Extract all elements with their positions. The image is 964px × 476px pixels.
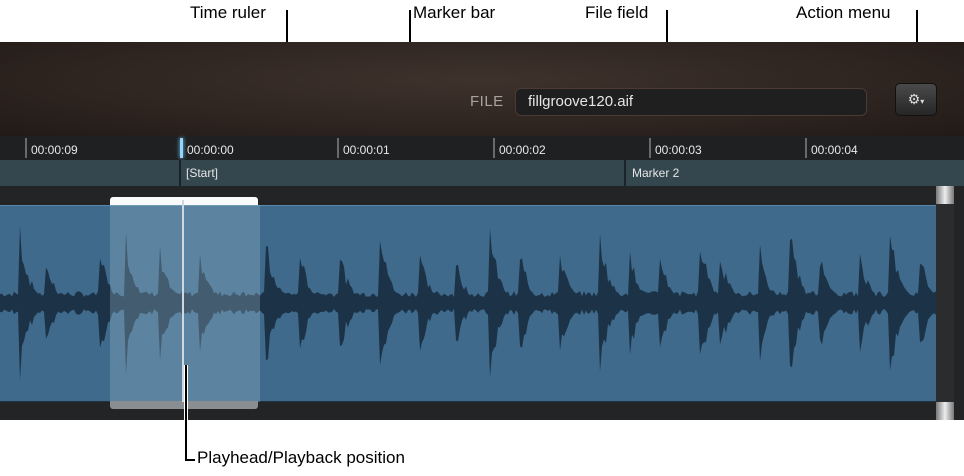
gear-icon: ⚙▾ [907,91,925,107]
ruler-tick [493,138,495,158]
ruler-tick-label: 00:00:03 [655,143,702,157]
selection-handle-bottom[interactable] [110,401,258,409]
ruler-tick-label: 00:00:04 [811,143,858,157]
ruler-tick [805,138,807,158]
marker-divider [179,160,181,186]
ruler-tick [649,138,651,158]
playhead[interactable] [182,200,184,402]
vertical-scrollbar[interactable] [936,186,954,420]
ruler-tick-label: 00:00:01 [343,143,390,157]
marker-bar[interactable]: [Start] Marker 2 [0,160,964,187]
marker-2[interactable]: Marker 2 [632,166,679,180]
action-menu-button[interactable]: ⚙▾ [895,83,937,116]
scroll-knob-bottom[interactable] [936,402,954,420]
ruler-tick-label: 00:00:00 [187,143,234,157]
ruler-tick [337,138,339,158]
callout-marker-bar: Marker bar [413,3,496,22]
callout-action-menu: Action menu [796,3,891,22]
time-ruler[interactable]: 00:00:09 00:00:00 00:00:01 00:00:02 00:0… [0,136,964,161]
selection-handle-top[interactable] [110,197,258,205]
file-field[interactable]: fillgroove120.aif [515,88,867,116]
ruler-tick [25,138,27,158]
callout-playhead: Playhead/Playback position [197,448,405,467]
marker-start[interactable]: [Start] [186,166,218,180]
callout-time-ruler: Time ruler [190,3,266,22]
callout-line [185,459,195,461]
file-label: FILE [470,93,504,110]
callout-line [185,365,187,461]
ruler-tick-label: 00:00:09 [31,143,78,157]
marker-divider [624,160,626,186]
callout-file-field: File field [585,3,649,22]
playhead-marker[interactable] [180,138,183,158]
ruler-tick-label: 00:00:02 [499,143,546,157]
scroll-knob-top[interactable] [936,186,954,204]
